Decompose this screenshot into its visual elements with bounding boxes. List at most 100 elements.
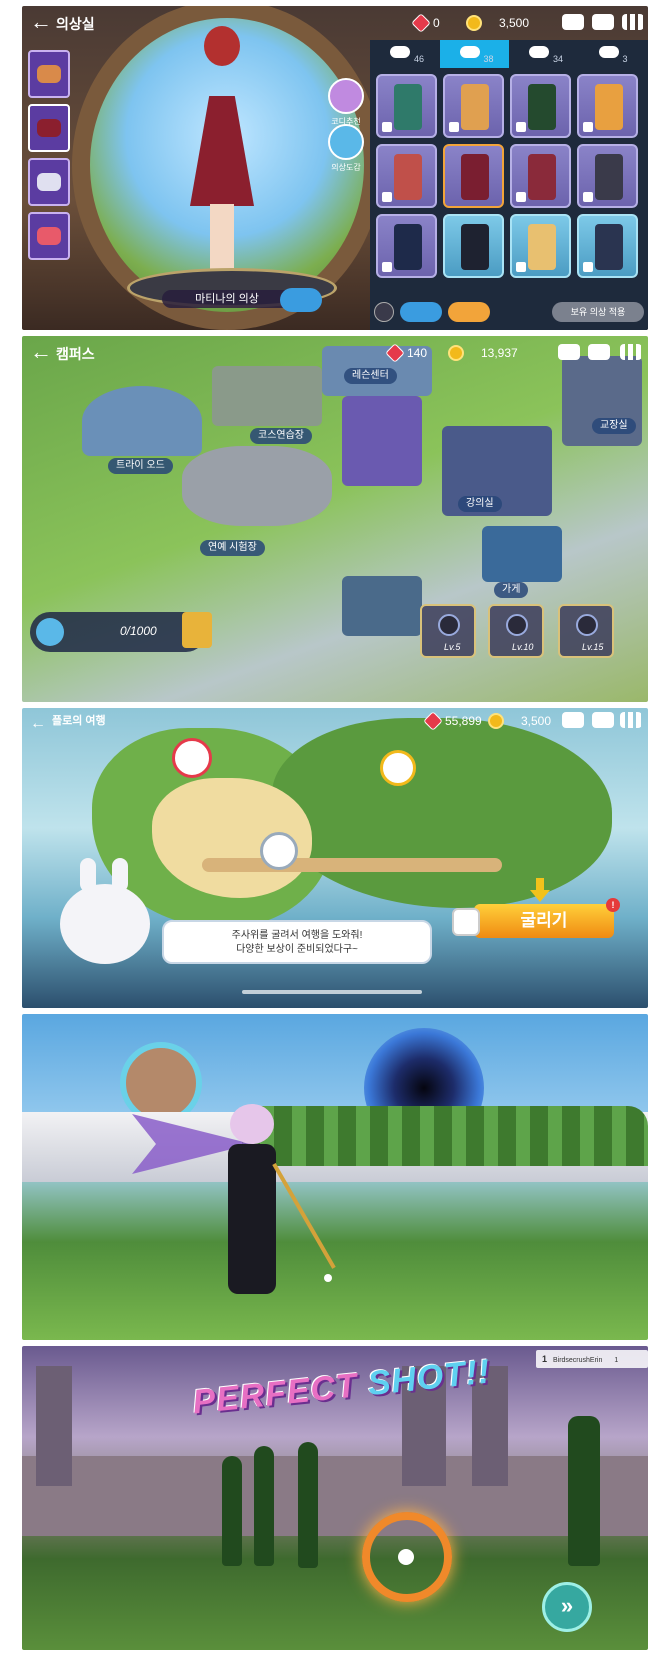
locked-slot-lv10[interactable]: Lv.10 [488, 604, 544, 658]
campus-screen: 레슨센터 코스연습장 트라이 오드 연예 시험장 강의실 가게 교장실 ← 캠퍼… [22, 336, 648, 702]
locked-slot-lv15[interactable]: Lv.15 [558, 604, 614, 658]
character-model[interactable] [182, 26, 262, 276]
level-label: Lv.5 [444, 642, 461, 652]
perfect-shot-banner: PERFECT SHOT!! [191, 1352, 493, 1422]
lock-icon [506, 614, 528, 636]
reward-marker-gem[interactable] [172, 738, 212, 778]
outfit-slot[interactable] [510, 214, 571, 278]
gem-value: 140 [407, 346, 428, 360]
rank-position: 1 [542, 1354, 548, 1364]
mail-icon[interactable] [588, 344, 610, 360]
outfit-name-label: 마티나의 의상 [162, 290, 292, 308]
coin-value: 3,500 [499, 16, 530, 30]
lock-icon [449, 122, 459, 132]
back-arrow-icon[interactable]: ← [30, 712, 46, 736]
gem-icon[interactable] [385, 343, 405, 363]
coin-icon[interactable] [448, 345, 464, 361]
reward-marker-silver[interactable] [260, 832, 298, 870]
tab-hat[interactable]: 46 [370, 40, 440, 68]
chat-icon[interactable] [558, 344, 580, 360]
mail-icon[interactable] [592, 712, 614, 728]
building-entertainment-arena[interactable] [182, 446, 332, 526]
lock-filter-button[interactable] [374, 302, 394, 322]
gift-icon[interactable] [182, 612, 212, 648]
home-indicator[interactable] [242, 990, 422, 994]
golf-swing-screen [22, 1014, 648, 1340]
coin-value: 13,937 [481, 346, 518, 360]
building-castle[interactable] [342, 396, 422, 486]
outfit-slot[interactable] [376, 144, 437, 208]
back-arrow-icon[interactable]: ← [30, 10, 52, 34]
menu-grid-icon[interactable] [620, 344, 642, 360]
page-title: 의상실 [56, 16, 95, 32]
building-tri-ode[interactable] [82, 386, 202, 456]
player-name: BirdsecrushErin [552, 1357, 603, 1364]
top-bar: ← 의상실 0 3,500 [22, 6, 648, 40]
outfit-slot[interactable] [510, 144, 571, 208]
cypress-tree [254, 1446, 274, 1566]
lock-icon [516, 192, 526, 202]
coin-icon[interactable] [466, 15, 482, 31]
coin-counter: 3,500 [488, 710, 551, 732]
roll-dice-button[interactable]: 굴리기 [474, 904, 614, 938]
gem-counter: 140 [385, 342, 428, 364]
outfit-slot[interactable] [443, 214, 504, 278]
gem-icon[interactable] [423, 711, 443, 731]
tab-wing[interactable]: 3 [579, 40, 649, 68]
label-tri-ode: 트라이 오드 [108, 458, 173, 474]
building-shop[interactable] [482, 526, 562, 582]
category-item-button[interactable] [28, 212, 70, 260]
menu-grid-icon[interactable] [622, 14, 644, 30]
layout-toggle-button[interactable] [400, 302, 442, 322]
tab-top[interactable]: 38 [439, 40, 509, 68]
outfit-slot-selected[interactable] [443, 144, 504, 208]
outfit-slot[interactable] [577, 144, 638, 208]
locked-slot-lv5[interactable]: Lv.5 [420, 604, 476, 658]
outfit-slot[interactable] [376, 214, 437, 278]
level-label: Lv.15 [582, 642, 604, 652]
chat-icon[interactable] [562, 712, 584, 728]
label-lesson-center: 레슨센터 [344, 368, 397, 384]
rank-value: 1 [614, 1357, 619, 1364]
apply-outfit-button[interactable]: 보유 의상 적용 [552, 302, 644, 322]
coin-counter: 13,937 [448, 342, 518, 364]
label-entertainment-arena: 연예 시험장 [200, 540, 265, 556]
gem-counter: 0 [411, 12, 440, 34]
coin-value: 3,500 [521, 714, 552, 728]
quest-progress-bar[interactable]: 0/1000 [30, 612, 212, 652]
wardrobe-bottom-bar: 보유 의상 적용 [370, 302, 648, 324]
lock-icon [583, 122, 593, 132]
reward-marker-coin[interactable] [380, 750, 416, 786]
back-arrow-icon[interactable]: ← [30, 340, 52, 364]
outfit-recommend-button[interactable] [328, 78, 364, 114]
label-lecture-hall: 강의실 [458, 496, 502, 512]
category-hair-button[interactable] [28, 50, 70, 98]
outfit-slot[interactable] [510, 74, 571, 138]
bubble-line-2: 다양한 보상이 준비되었다구~ [236, 944, 358, 955]
quest-progress-text: 0/1000 [120, 624, 157, 638]
outfit-slot[interactable] [443, 74, 504, 138]
fast-forward-button[interactable]: » [542, 1582, 592, 1632]
building-course-practice[interactable] [212, 366, 322, 426]
outfit-slot[interactable] [376, 74, 437, 138]
category-dress-button[interactable] [28, 104, 70, 152]
outfit-slot[interactable] [577, 74, 638, 138]
category-accessory-button[interactable] [28, 158, 70, 206]
character-body [228, 1144, 276, 1294]
page-title: 캠퍼스 [56, 346, 95, 362]
sort-button[interactable] [448, 302, 490, 322]
mail-icon[interactable] [592, 14, 614, 30]
notification-badge: ! [606, 898, 620, 912]
menu-grid-icon[interactable] [620, 712, 642, 728]
outfit-slot[interactable] [577, 214, 638, 278]
character-legs [210, 204, 234, 274]
gem-icon[interactable] [411, 13, 431, 33]
coin-icon[interactable] [488, 713, 504, 729]
tab-glasses[interactable]: 34 [509, 40, 579, 68]
lock-icon [576, 614, 598, 636]
chat-icon[interactable] [562, 14, 584, 30]
outfit-book-button[interactable] [328, 124, 364, 160]
camera-button[interactable] [280, 288, 322, 312]
golf-ball [398, 1549, 414, 1565]
building-library[interactable] [342, 576, 422, 636]
